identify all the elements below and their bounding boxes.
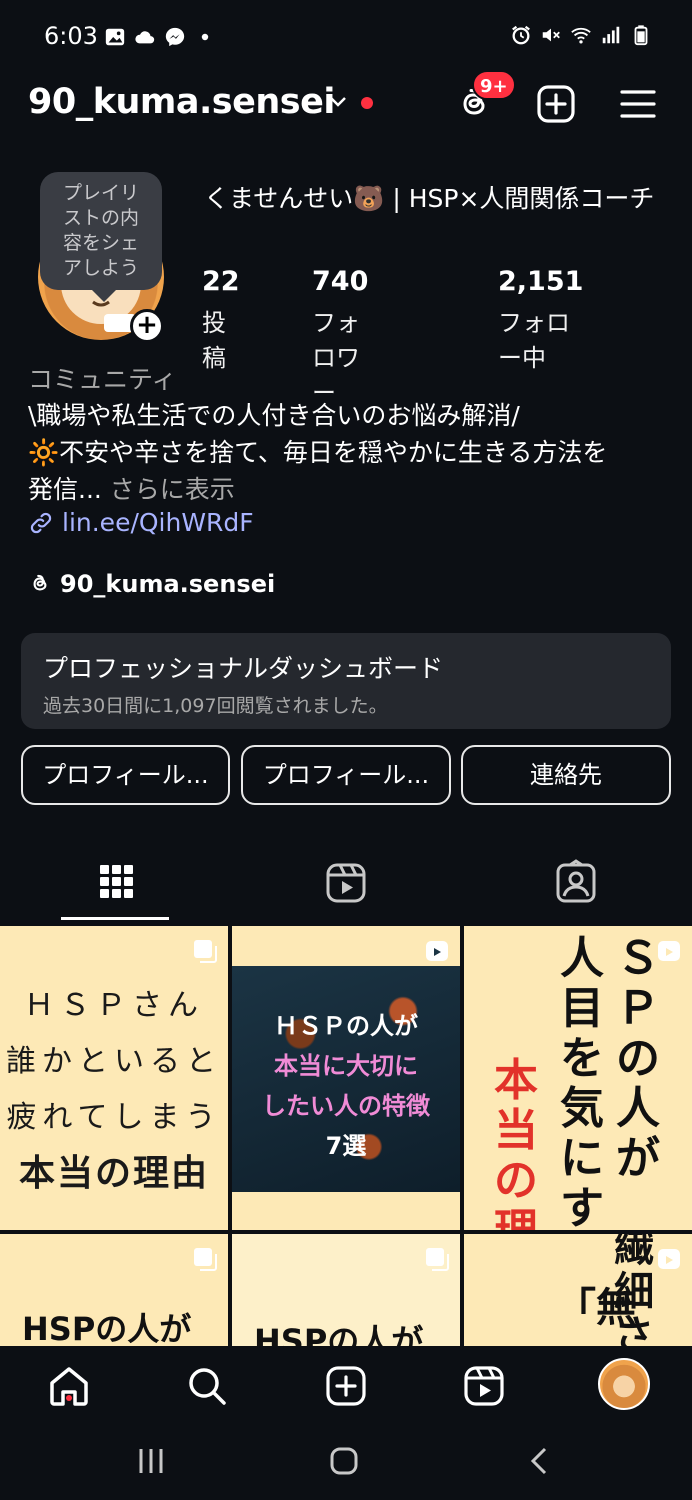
home-button-icon[interactable] [329,1446,359,1476]
profile-avatar[interactable]: プレイリ ストの内 容をシェ アしよう + [38,170,164,343]
post-text: したい人の特徴 [262,1092,430,1120]
post-tile[interactable]: 繊細さん 「無 [464,1234,692,1346]
cloud-icon [135,31,155,44]
tagged-tab-icon[interactable] [551,858,601,908]
bio-line: 🔆不安や辛さを捨て、毎日を穏やかに生きる方法を [28,438,608,467]
notification-dot [361,97,373,109]
note-line: プレイリ [62,182,139,204]
note-line: アしよう [62,257,139,279]
chevron-down-icon[interactable] [328,92,348,112]
create-icon[interactable] [536,84,576,124]
menu-icon[interactable] [618,84,658,124]
post-text: 誰かといると [6,1044,222,1079]
status-bar: 6:03 [0,0,692,70]
stat-posts[interactable]: 22 投稿 [202,266,240,373]
reels-tab-icon[interactable] [321,858,371,908]
post-text: ＳＰの人が [616,933,660,1184]
dashboard-title: プロフェッショナルダッシュボード [43,654,444,683]
back-icon[interactable] [526,1446,556,1476]
see-more-link[interactable]: さらに表示 [110,475,235,504]
dashboard-subtitle: 過去30日間に1,097回閲覧されました。 [43,695,388,717]
note-line: 容をシェ [62,232,139,254]
post-text: 人目を気にする [560,933,604,1231]
post-text: ＨＳＰの人が [274,1012,418,1040]
grid-tab-icon[interactable] [91,858,141,908]
post-text: ＨＳＰさん [24,988,204,1023]
link-icon [30,512,52,533]
threads-small-icon [33,574,47,591]
stat-followers-label: フォロワー [312,309,360,407]
battery-icon [634,25,648,46]
system-navigation-bar [0,1422,692,1500]
profile-link-text: lin.ee/QihWRdF [62,508,254,537]
threads-handle: 90_kuma.sensei [60,570,276,598]
bio-line: 発信... さらに表示 [28,471,668,508]
post-text: 「無 [556,1285,636,1331]
carousel-icon [194,1248,217,1271]
note-line: ストの内 [62,207,139,229]
stat-following[interactable]: 2,151 フォロー中 [498,266,583,373]
add-story-button[interactable]: + [130,309,164,343]
signal-icon [602,26,620,44]
home-activity-dot [66,1395,72,1401]
stat-posts-count: 22 [202,266,240,297]
home-icon[interactable] [47,1364,91,1408]
stat-followers[interactable]: 740 フォロワー [312,266,368,408]
post-text: 本当の理 [494,1055,538,1231]
profile-bio: \職場や私生活での人付き合いのお悩み解消/ 🔆不安や辛さを捨て、毎日を穏やかに生… [28,397,668,508]
profile-avatar-tab[interactable] [598,1358,650,1410]
status-time: 6:03 [44,22,98,50]
bottom-navigation [0,1346,692,1422]
active-tab-indicator [61,917,169,920]
contact-button[interactable]: 連絡先 [461,745,671,805]
post-tile[interactable]: HSPの人が [232,1234,460,1346]
note-bubble[interactable]: プレイリ ストの内 容をシェ アしよう [40,172,162,302]
stat-posts-label: 投稿 [202,309,226,372]
reel-icon [426,941,448,961]
new-post-icon[interactable] [324,1364,368,1408]
profile-category: コミュニティ [28,365,177,394]
reel-icon [658,941,680,961]
post-tile[interactable]: ＨＳＰの人が 本当に大切に したい人の特徴 7選 [232,926,460,1230]
post-text: 疲れてしまう [6,1100,222,1135]
bio-line-text: 発信... [28,475,102,504]
post-text: 7選 [325,1132,367,1160]
post-text: 本当の理由 [18,1153,209,1194]
post-text: HSPの人が [22,1310,192,1346]
profile-full-name: くませんせい🐻 | HSP×人間関係コーチ [204,184,655,213]
threads-profile-link[interactable]: 90_kuma.sensei [28,570,275,598]
post-tile[interactable]: ＨＳＰさん 誰かといると 疲れてしまう 本当の理由 [0,926,228,1230]
carousel-icon [426,1248,449,1271]
post-tile[interactable]: HSPの人が [0,1234,228,1346]
mute-icon [542,28,560,42]
carousel-icon [194,940,217,963]
stat-following-count: 2,151 [498,266,584,297]
reel-icon [658,1249,680,1269]
stat-followers-count: 740 [312,266,369,297]
gallery-icon [105,28,125,46]
post-grid: ＨＳＰさん 誰かといると 疲れてしまう 本当の理由 ＨＳＰの人が 本当に大切に … [0,926,692,1346]
threads-badge: 9+ [472,70,516,100]
stat-following-label: フォロー中 [498,309,570,372]
profile-link[interactable]: lin.ee/QihWRdF [28,508,254,537]
username-switcher[interactable]: 90_kuma.sensei [28,82,335,122]
reels-icon[interactable] [462,1364,506,1408]
recent-apps-icon[interactable] [136,1446,166,1476]
professional-dashboard[interactable]: プロフェッショナルダッシュボード 過去30日間に1,097回閲覧されました。 [21,633,671,729]
alarm-icon [512,25,530,45]
share-profile-button[interactable]: プロフィール... [241,745,451,805]
profile-header: 90_kuma.sensei 9+ [0,70,692,138]
bio-line: \職場や私生活での人付き合いのお悩み解消/ [28,401,520,430]
dot-icon [201,33,209,41]
edit-profile-button[interactable]: プロフィール... [21,745,230,805]
post-text: HSPの人が [254,1322,424,1346]
post-tile[interactable]: ＳＰの人が 人目を気にする 本当の理 [464,926,692,1230]
wifi-icon [571,27,591,44]
messenger-icon [165,27,185,47]
search-icon[interactable] [185,1364,229,1408]
post-text: 本当に大切に [274,1052,418,1080]
